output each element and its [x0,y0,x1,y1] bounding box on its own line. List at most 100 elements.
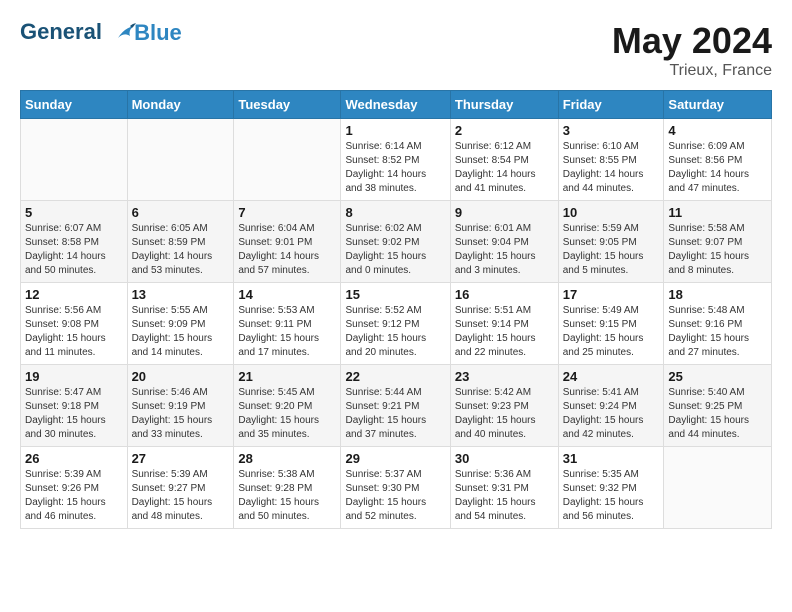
calendar-cell: 3 Sunrise: 6:10 AM Sunset: 8:55 PM Daylig… [558,119,664,201]
calendar-cell: 22Sunrise: 5:44 AM Sunset: 9:21 PM Dayli… [341,365,450,447]
day-number: 16 [455,287,554,302]
calendar-week-row: 12Sunrise: 5:56 AM Sunset: 9:08 PM Dayli… [21,283,772,365]
day-info: Sunrise: 5:46 AM Sunset: 9:19 PM Dayligh… [132,386,230,442]
day-number: 3 [563,123,660,138]
day-info: Sunrise: 5:47 AM Sunset: 9:18 PM Dayligh… [25,386,123,442]
day-number: 28 [238,451,336,466]
calendar-cell: 19 Sunrise: 5:47 AM Sunset: 9:18 PM Dayli… [21,365,128,447]
day-info: Sunrise: 6:05 AM Sunset: 8:59 PM Dayligh… [132,222,230,278]
location-subtitle: Trieux, France [612,62,772,80]
calendar-cell [234,119,341,201]
calendar-cell: 30 Sunrise: 5:36 AM Sunset: 9:31 PM Dayli… [450,447,558,529]
day-number: 30 [455,451,554,466]
calendar-cell: 16 Sunrise: 5:51 AM Sunset: 9:14 PM Dayli… [450,283,558,365]
day-number: 18 [668,287,767,302]
day-info: Sunrise: 6:07 AM Sunset: 8:58 PM Dayligh… [25,222,123,278]
calendar-week-row: 5 Sunrise: 6:07 AM Sunset: 8:58 PM Daylig… [21,201,772,283]
calendar-cell: 20 Sunrise: 5:46 AM Sunset: 9:19 PM Dayli… [127,365,234,447]
calendar-cell: 8 Sunrise: 6:02 AM Sunset: 9:02 PM Daylig… [341,201,450,283]
page-header: General Blue May 2024 Trieux, France [20,20,772,80]
calendar-week-row: 19 Sunrise: 5:47 AM Sunset: 9:18 PM Dayli… [21,365,772,447]
day-number: 24 [563,369,660,384]
calendar-cell: 10 Sunrise: 5:59 AM Sunset: 9:05 PM Dayli… [558,201,664,283]
day-number: 10 [563,205,660,220]
month-year-title: May 2024 [612,20,772,62]
day-info: Sunrise: 6:10 AM Sunset: 8:55 PM Dayligh… [563,140,660,196]
title-area: May 2024 Trieux, France [612,20,772,80]
calendar-cell: 4 Sunrise: 6:09 AM Sunset: 8:56 PM Daylig… [664,119,772,201]
calendar-cell: 29 Sunrise: 5:37 AM Sunset: 9:30 PM Dayli… [341,447,450,529]
day-of-week-header: Friday [558,91,664,119]
day-number: 29 [345,451,445,466]
calendar-cell: 26Sunrise: 5:39 AM Sunset: 9:26 PM Dayli… [21,447,128,529]
day-number: 21 [238,369,336,384]
calendar-cell: 5 Sunrise: 6:07 AM Sunset: 8:58 PM Daylig… [21,201,128,283]
logo-text: General [20,20,136,46]
calendar-cell: 28Sunrise: 5:38 AM Sunset: 9:28 PM Dayli… [234,447,341,529]
day-number: 27 [132,451,230,466]
calendar-week-row: 26Sunrise: 5:39 AM Sunset: 9:26 PM Dayli… [21,447,772,529]
day-number: 4 [668,123,767,138]
day-info: Sunrise: 6:09 AM Sunset: 8:56 PM Dayligh… [668,140,767,196]
day-info: Sunrise: 5:44 AM Sunset: 9:21 PM Dayligh… [345,386,445,442]
day-info: Sunrise: 6:01 AM Sunset: 9:04 PM Dayligh… [455,222,554,278]
day-info: Sunrise: 5:59 AM Sunset: 9:05 PM Dayligh… [563,222,660,278]
day-info: Sunrise: 5:55 AM Sunset: 9:09 PM Dayligh… [132,304,230,360]
day-info: Sunrise: 5:49 AM Sunset: 9:15 PM Dayligh… [563,304,660,360]
day-of-week-header: Saturday [664,91,772,119]
day-number: 8 [345,205,445,220]
day-number: 15 [345,287,445,302]
day-info: Sunrise: 5:37 AM Sunset: 9:30 PM Dayligh… [345,468,445,524]
day-number: 9 [455,205,554,220]
calendar-cell: 27 Sunrise: 5:39 AM Sunset: 9:27 PM Dayli… [127,447,234,529]
day-info: Sunrise: 5:40 AM Sunset: 9:25 PM Dayligh… [668,386,767,442]
calendar-cell [21,119,128,201]
calendar-table: SundayMondayTuesdayWednesdayThursdayFrid… [20,90,772,529]
day-number: 13 [132,287,230,302]
day-number: 26 [25,451,123,466]
day-info: Sunrise: 6:02 AM Sunset: 9:02 PM Dayligh… [345,222,445,278]
day-info: Sunrise: 5:42 AM Sunset: 9:23 PM Dayligh… [455,386,554,442]
calendar-cell: 15Sunrise: 5:52 AM Sunset: 9:12 PM Dayli… [341,283,450,365]
calendar-cell: 25 Sunrise: 5:40 AM Sunset: 9:25 PM Dayli… [664,365,772,447]
day-number: 20 [132,369,230,384]
day-info: Sunrise: 5:39 AM Sunset: 9:27 PM Dayligh… [132,468,230,524]
calendar-cell: 1 Sunrise: 6:14 AM Sunset: 8:52 PM Daylig… [341,119,450,201]
day-of-week-header: Monday [127,91,234,119]
day-info: Sunrise: 5:48 AM Sunset: 9:16 PM Dayligh… [668,304,767,360]
calendar-header-row: SundayMondayTuesdayWednesdayThursdayFrid… [21,91,772,119]
calendar-cell: 9 Sunrise: 6:01 AM Sunset: 9:04 PM Daylig… [450,201,558,283]
day-info: Sunrise: 5:51 AM Sunset: 9:14 PM Dayligh… [455,304,554,360]
logo-blue: Blue [134,21,182,45]
day-number: 2 [455,123,554,138]
day-number: 17 [563,287,660,302]
calendar-cell: 21Sunrise: 5:45 AM Sunset: 9:20 PM Dayli… [234,365,341,447]
day-number: 23 [455,369,554,384]
day-info: Sunrise: 5:35 AM Sunset: 9:32 PM Dayligh… [563,468,660,524]
day-number: 6 [132,205,230,220]
calendar-cell [664,447,772,529]
calendar-cell [127,119,234,201]
day-info: Sunrise: 6:14 AM Sunset: 8:52 PM Dayligh… [345,140,445,196]
calendar-cell: 11 Sunrise: 5:58 AM Sunset: 9:07 PM Dayli… [664,201,772,283]
day-of-week-header: Sunday [21,91,128,119]
day-number: 11 [668,205,767,220]
calendar-cell: 13 Sunrise: 5:55 AM Sunset: 9:09 PM Dayli… [127,283,234,365]
day-info: Sunrise: 5:41 AM Sunset: 9:24 PM Dayligh… [563,386,660,442]
day-info: Sunrise: 5:36 AM Sunset: 9:31 PM Dayligh… [455,468,554,524]
day-number: 7 [238,205,336,220]
calendar-cell: 18 Sunrise: 5:48 AM Sunset: 9:16 PM Dayli… [664,283,772,365]
day-info: Sunrise: 5:58 AM Sunset: 9:07 PM Dayligh… [668,222,767,278]
day-number: 1 [345,123,445,138]
day-number: 5 [25,205,123,220]
day-info: Sunrise: 6:12 AM Sunset: 8:54 PM Dayligh… [455,140,554,196]
day-number: 19 [25,369,123,384]
calendar-cell: 31Sunrise: 5:35 AM Sunset: 9:32 PM Dayli… [558,447,664,529]
calendar-cell: 12Sunrise: 5:56 AM Sunset: 9:08 PM Dayli… [21,283,128,365]
calendar-cell: 24 Sunrise: 5:41 AM Sunset: 9:24 PM Dayli… [558,365,664,447]
calendar-cell: 14Sunrise: 5:53 AM Sunset: 9:11 PM Dayli… [234,283,341,365]
day-number: 12 [25,287,123,302]
logo: General Blue [20,20,182,46]
day-of-week-header: Tuesday [234,91,341,119]
day-number: 25 [668,369,767,384]
